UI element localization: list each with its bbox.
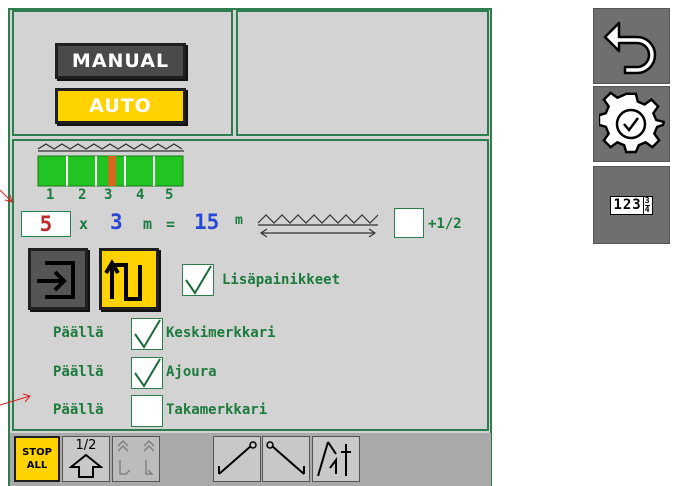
extra-buttons-checkbox[interactable] xyxy=(182,264,214,296)
checkmark-icon xyxy=(134,358,161,388)
auto-button[interactable]: AUTO xyxy=(55,88,186,124)
boom-section-4 xyxy=(124,155,155,187)
stop-label: STOP xyxy=(22,447,52,458)
tramline-mode-button[interactable] xyxy=(99,248,159,310)
marker-label-1: Keskimerkkari xyxy=(166,325,276,341)
unit-m-2: m xyxy=(235,213,243,228)
stop-all-button[interactable]: STOP ALL xyxy=(14,436,60,482)
section-label-5: 5 xyxy=(165,187,174,203)
boom-section-5 xyxy=(153,155,184,187)
tramline-pattern-icon xyxy=(104,259,142,301)
boom-section-2 xyxy=(66,155,97,187)
marker-state-3: Päällä xyxy=(53,402,104,418)
fold-sections-button[interactable] xyxy=(112,436,160,482)
annotation-arrows xyxy=(0,190,31,406)
fraction-icon: 34 xyxy=(642,195,650,214)
equals-sign: = xyxy=(166,215,176,233)
section-label-1: 1 xyxy=(46,187,55,203)
left-marker-button[interactable] xyxy=(213,436,261,482)
checkmark-icon xyxy=(185,265,212,295)
marker-state-2: Päällä xyxy=(53,364,104,380)
section-width-value[interactable]: 3 xyxy=(110,210,123,234)
settings-button[interactable] xyxy=(593,86,670,162)
up-arrow-icon xyxy=(69,453,103,478)
back-button[interactable] xyxy=(593,8,670,84)
boom-section-1 xyxy=(37,155,68,187)
unit-m-1: m xyxy=(143,215,153,233)
total-width-value: 15 xyxy=(194,210,220,234)
half-width-checkbox[interactable] xyxy=(394,208,424,238)
extra-buttons-label: Lisäpainikkeet xyxy=(222,272,341,288)
section-label-3: 3 xyxy=(104,187,113,203)
tramline-checkbox[interactable] xyxy=(131,357,163,389)
left-marker-icon xyxy=(218,441,257,475)
center-marker-checkbox[interactable] xyxy=(131,318,163,350)
multiply-sign: x xyxy=(79,215,89,233)
fold-sections-icon xyxy=(117,440,155,475)
marker-label-2: Ajoura xyxy=(166,364,217,380)
section-label-4: 4 xyxy=(136,187,145,203)
counters-button[interactable]: 123 34 xyxy=(593,166,670,244)
half-boom-button[interactable]: 1/2 xyxy=(62,436,110,482)
section-label-2: 2 xyxy=(78,187,87,203)
boom-sections-display xyxy=(37,143,184,187)
checkmark-icon xyxy=(134,319,161,349)
right-marker-button[interactable] xyxy=(262,436,310,482)
half-width-label: +1/2 xyxy=(428,216,462,232)
half-boom-label: 1/2 xyxy=(75,438,97,453)
all-label: ALL xyxy=(26,460,48,471)
rear-marker-button[interactable] xyxy=(312,436,360,482)
right-marker-icon xyxy=(266,441,305,475)
rear-marker-icon xyxy=(317,441,351,477)
gear-check-icon xyxy=(598,91,665,154)
rear-marker-checkbox[interactable] xyxy=(131,395,163,427)
manual-button[interactable]: MANUAL xyxy=(55,43,186,79)
marker-state-1: Päällä xyxy=(53,325,104,341)
boom-width-icon xyxy=(257,214,379,238)
marker-label-3: Takamerkkari xyxy=(166,402,268,418)
back-arrow-icon xyxy=(603,21,656,75)
sections-count-value: 5 xyxy=(39,212,53,236)
boom-center-marker xyxy=(108,156,116,186)
counter-icon: 123 34 xyxy=(610,195,653,215)
info-panel xyxy=(236,10,489,136)
counter-icon-text: 123 xyxy=(613,197,642,213)
